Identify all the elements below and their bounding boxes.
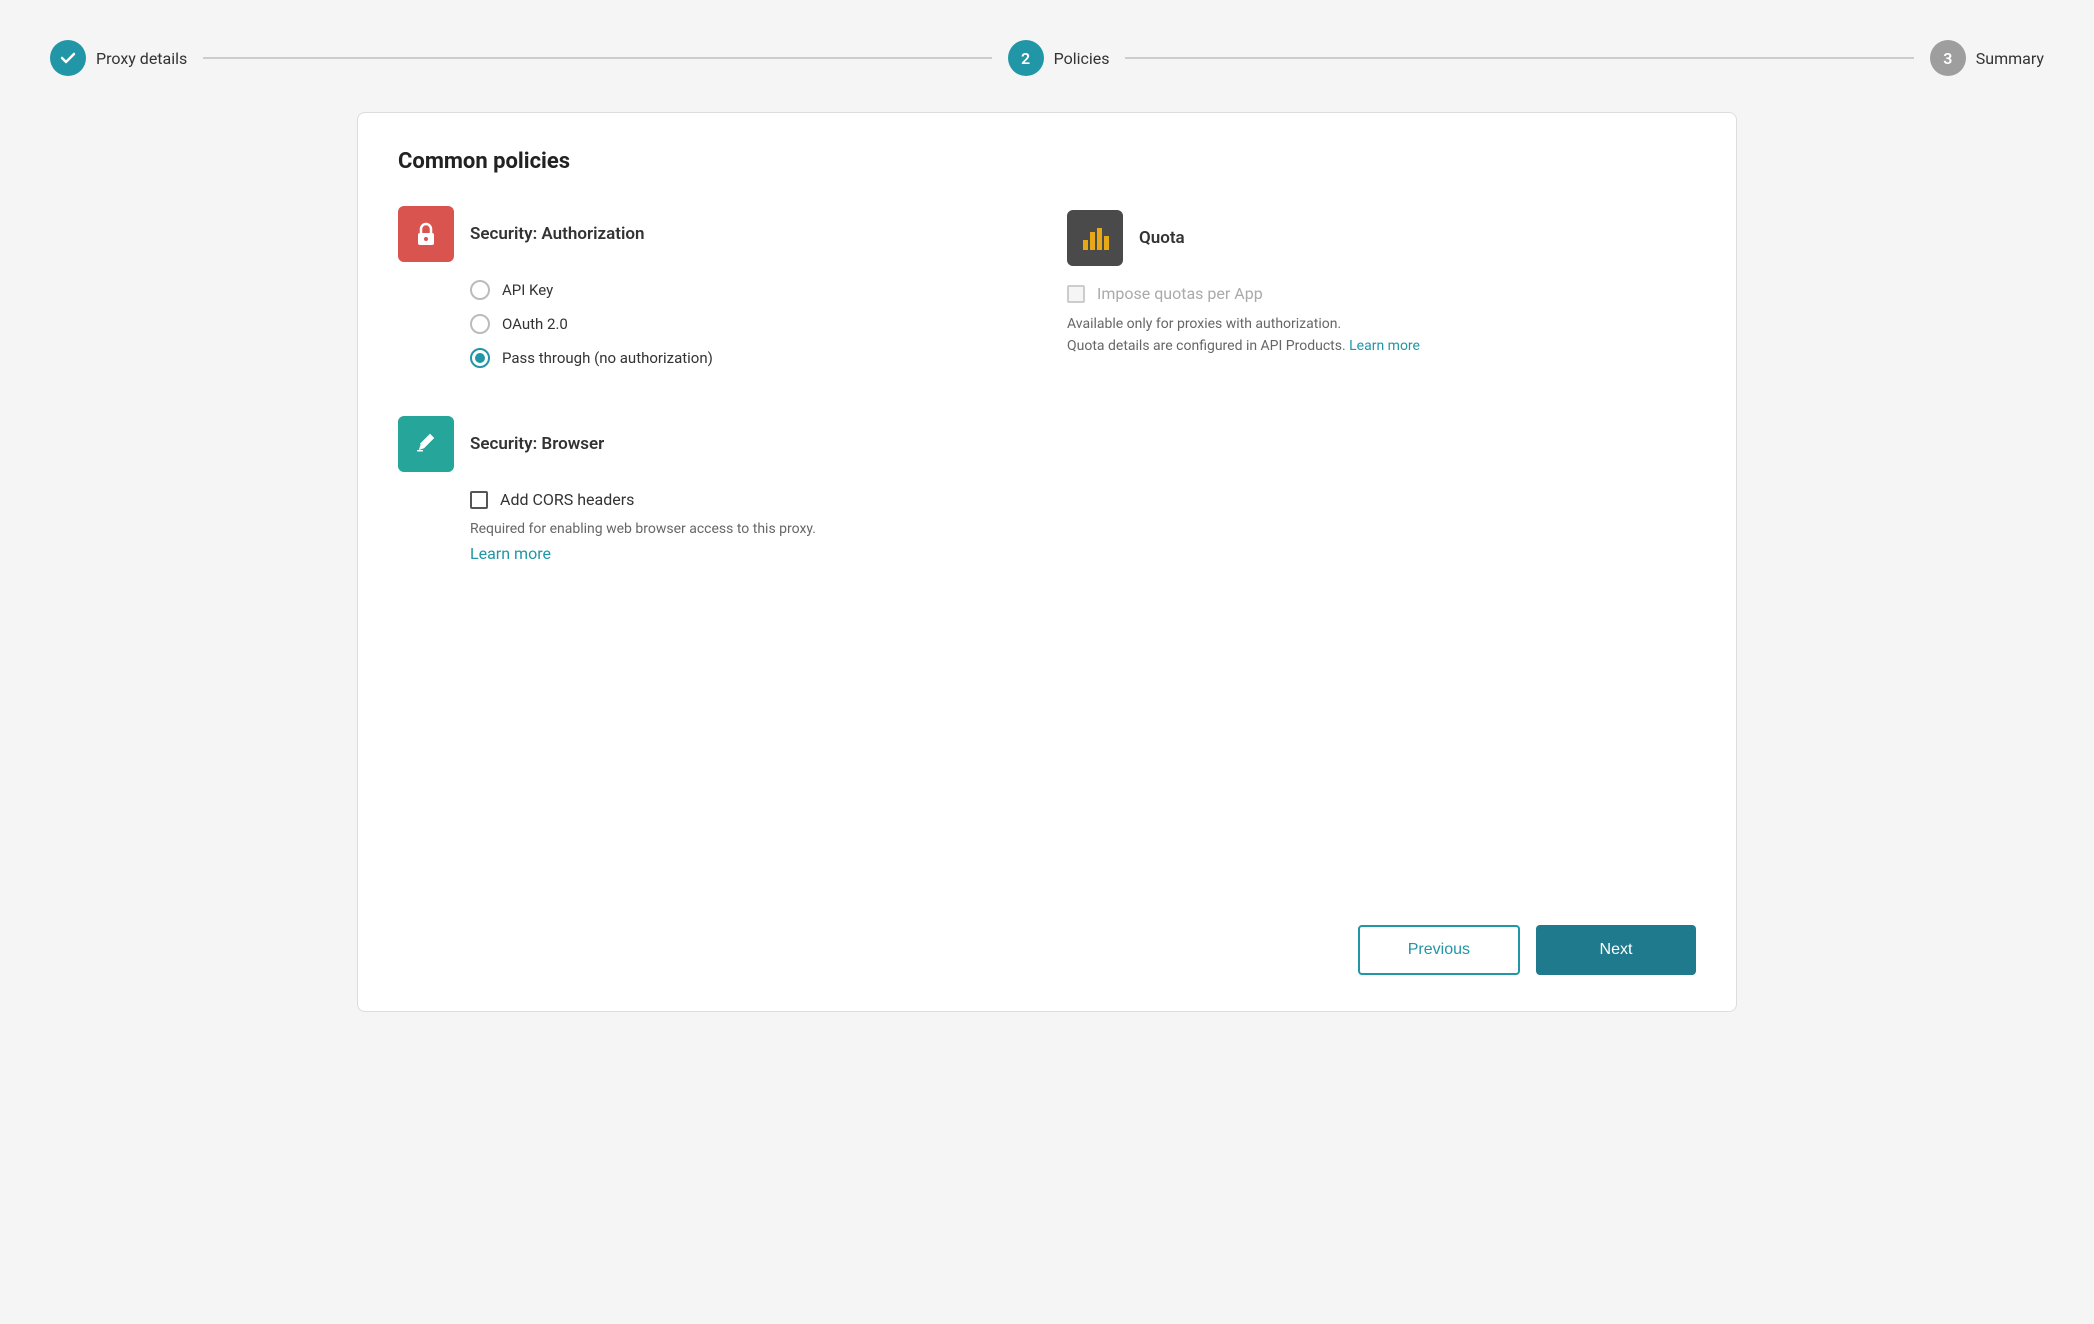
step-circle-policies: 2: [1008, 40, 1044, 76]
security-auth-icon: [398, 206, 454, 262]
security-browser-section: Security: Browser Add CORS headers Requi…: [398, 416, 1696, 563]
quota-section: Quota Impose quotas per App Available on…: [1067, 206, 1696, 358]
radio-api-key[interactable]: API Key: [470, 280, 1027, 300]
quota-desc-line2: Quota details are configured in API Prod…: [1067, 338, 1346, 354]
cors-checkbox[interactable]: [470, 491, 488, 509]
cors-description: Required for enabling web browser access…: [398, 519, 1696, 540]
cors-checkbox-row[interactable]: Add CORS headers: [398, 490, 1696, 509]
quota-header: Quota: [1067, 210, 1696, 266]
security-browser-icon: [398, 416, 454, 472]
edit-icon: [412, 430, 440, 458]
security-auth-title: Security: Authorization: [470, 224, 645, 244]
security-auth-section: Security: Authorization API Key OAuth 2.…: [398, 206, 1027, 368]
step-summary: 3 Summary: [1930, 40, 2044, 76]
step-label-summary: Summary: [1976, 49, 2044, 68]
next-button[interactable]: Next: [1536, 925, 1696, 975]
step-circle-summary: 3: [1930, 40, 1966, 76]
quota-checkbox-label: Impose quotas per App: [1097, 284, 1263, 303]
quota-desc-line1: Available only for proxies with authoriz…: [1067, 316, 1341, 332]
quota-checkbox-row: Impose quotas per App: [1067, 284, 1696, 303]
quota-learn-more-link[interactable]: Learn more: [1349, 338, 1420, 354]
quota-checkbox: [1067, 285, 1085, 303]
radio-pass-through-label: Pass through (no authorization): [502, 349, 713, 367]
step-connector-1: [203, 57, 991, 59]
step-label-policies: Policies: [1054, 49, 1110, 68]
radio-api-key-label: API Key: [502, 281, 553, 299]
radio-group-auth: API Key OAuth 2.0 Pass through (no autho…: [398, 280, 1027, 368]
chart-icon: [1080, 224, 1110, 252]
step-policies: 2 Policies: [1008, 40, 1110, 76]
step-proxy-details: Proxy details: [50, 40, 187, 76]
button-row: Previous Next: [1358, 925, 1696, 975]
radio-oauth[interactable]: OAuth 2.0: [470, 314, 1027, 334]
lock-icon: [411, 219, 441, 249]
radio-pass-through[interactable]: Pass through (no authorization): [470, 348, 1027, 368]
step-connector-2: [1125, 57, 1913, 59]
security-auth-header: Security: Authorization: [398, 206, 1027, 262]
step-circle-proxy-details: [50, 40, 86, 76]
previous-button[interactable]: Previous: [1358, 925, 1520, 975]
security-browser-header: Security: Browser: [398, 416, 1696, 472]
quota-icon: [1067, 210, 1123, 266]
cors-learn-more-link[interactable]: Learn more: [470, 544, 551, 563]
stepper: Proxy details 2 Policies 3 Summary: [20, 20, 2074, 96]
radio-oauth-input[interactable]: [470, 314, 490, 334]
security-browser-title: Security: Browser: [470, 434, 604, 454]
radio-pass-through-input[interactable]: [470, 348, 490, 368]
cors-label: Add CORS headers: [500, 490, 634, 509]
radio-api-key-input[interactable]: [470, 280, 490, 300]
card-title: Common policies: [398, 149, 1696, 174]
step-label-proxy-details: Proxy details: [96, 49, 187, 68]
cors-learn-more-container: Learn more: [398, 544, 1696, 563]
radio-oauth-label: OAuth 2.0: [502, 315, 568, 333]
main-card: Common policies Security: Authorization …: [357, 112, 1737, 1012]
quota-title: Quota: [1139, 228, 1185, 248]
quota-description: Available only for proxies with authoriz…: [1067, 313, 1696, 358]
policies-grid: Security: Authorization API Key OAuth 2.…: [398, 206, 1696, 368]
checkmark-icon: [59, 49, 77, 67]
